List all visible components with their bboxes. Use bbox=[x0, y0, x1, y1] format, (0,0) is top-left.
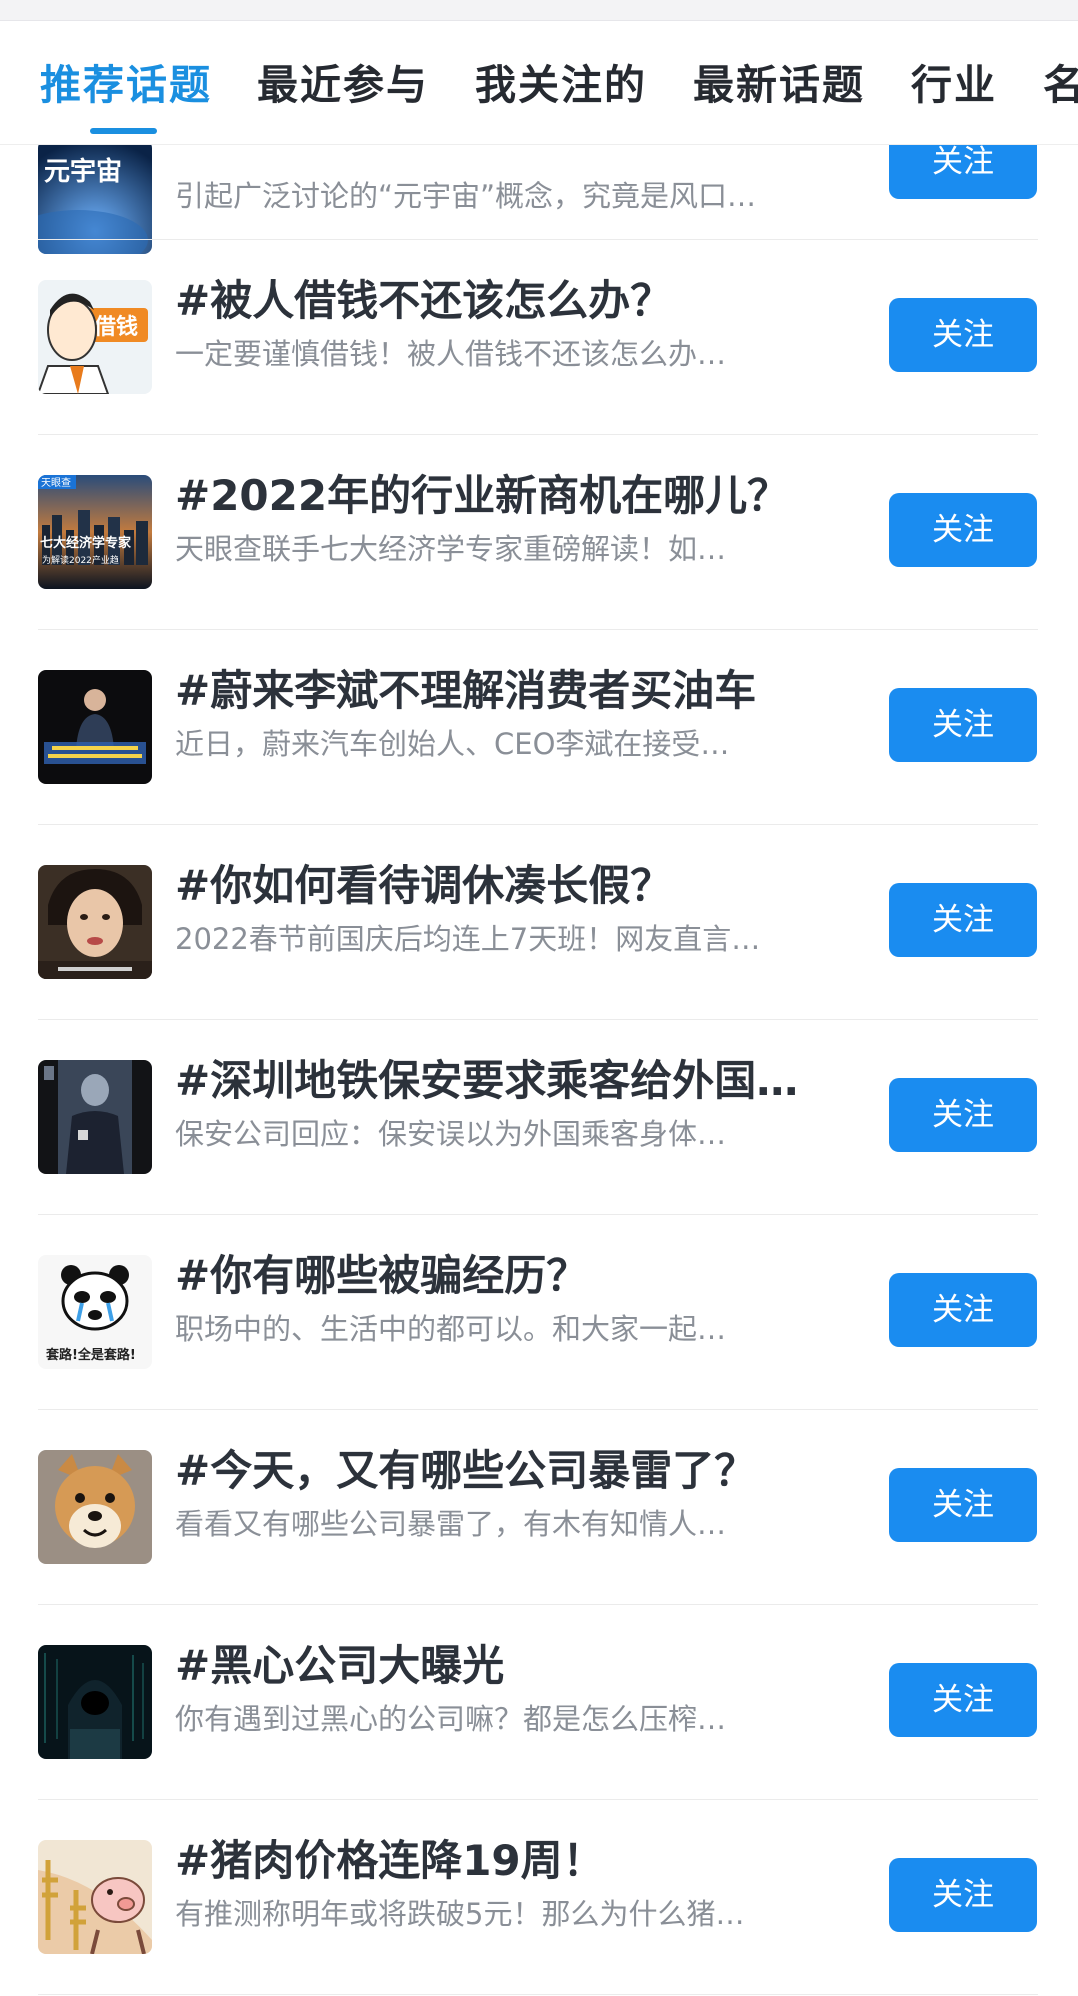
tab-more[interactable]: 名 bbox=[1043, 57, 1078, 113]
topic-item[interactable]: #猪肉价格连降19周！ 有推测称明年或将跌破5元！那么为什么猪… 关注 bbox=[0, 1800, 1078, 1995]
svg-text:天眼查: 天眼查 bbox=[41, 476, 71, 489]
metaverse-thumbnail: 元宇宙 bbox=[38, 144, 152, 254]
follow-button[interactable]: 关注 bbox=[889, 1663, 1037, 1737]
active-tab-indicator bbox=[90, 128, 157, 134]
topic-list: 元宇宙 引起广泛讨论的“元宇宙”概念，究竟是风口… 关注 借钱 #被人借钱不还该… bbox=[0, 144, 1078, 1996]
topic-title[interactable]: #猪肉价格连降19周！ bbox=[175, 1832, 855, 1890]
crying-panda-meme-thumbnail: 套路!全是套路! bbox=[38, 1255, 152, 1369]
follow-button[interactable]: 关注 bbox=[889, 688, 1037, 762]
shiba-dog-thumbnail bbox=[38, 1450, 152, 1564]
topic-item[interactable]: #你如何看待调休凑长假？ 2022春节前国庆后均连上7天班！网友直言… 关注 bbox=[0, 825, 1078, 1020]
follow-button[interactable]: 关注 bbox=[889, 144, 1037, 199]
follow-button[interactable]: 关注 bbox=[889, 298, 1037, 372]
topic-description: 有推测称明年或将跌破5元！那么为什么猪… bbox=[175, 1897, 745, 1931]
topic-item[interactable]: #黑心公司大曝光 你有遇到过黑心的公司嘛？都是怎么压榨… 关注 bbox=[0, 1605, 1078, 1800]
svg-text:套路!全是套路!: 套路!全是套路! bbox=[45, 1347, 136, 1363]
svg-text:元宇宙: 元宇宙 bbox=[44, 156, 122, 187]
follow-button[interactable]: 关注 bbox=[889, 1858, 1037, 1932]
topic-title[interactable]: #今天，又有哪些公司暴雷了？ bbox=[175, 1442, 855, 1500]
topic-title[interactable]: #你有哪些被骗经历？ bbox=[175, 1247, 855, 1305]
drama-woman-thumbnail bbox=[38, 865, 152, 979]
hacker-thumbnail bbox=[38, 1645, 152, 1759]
tab-recommended[interactable]: 推荐话题 bbox=[40, 57, 212, 113]
topic-description: 一定要谨慎借钱！被人借钱不还该怎么办… bbox=[175, 337, 727, 371]
tab-newest[interactable]: 最新话题 bbox=[693, 57, 865, 113]
cartoon-man-thumbnail: 借钱 bbox=[38, 280, 152, 394]
topic-title[interactable]: #你如何看待调休凑长假？ bbox=[175, 857, 855, 915]
topic-tabs: 推荐话题 最近参与 我关注的 最新话题 行业 名 bbox=[0, 21, 1078, 145]
topic-item[interactable]: 借钱 #被人借钱不还该怎么办？ 一定要谨慎借钱！被人借钱不还该怎么办… 关注 bbox=[0, 240, 1078, 435]
follow-button[interactable]: 关注 bbox=[889, 493, 1037, 567]
topic-title[interactable]: #深圳地铁保安要求乘客给外国… bbox=[175, 1052, 855, 1110]
svg-text:为解读2022产业趋: 为解读2022产业趋 bbox=[42, 554, 119, 566]
topic-description: 引起广泛讨论的“元宇宙”概念，究竟是风口… bbox=[175, 179, 757, 213]
svg-text:借钱: 借钱 bbox=[93, 314, 138, 340]
status-strip bbox=[0, 0, 1078, 21]
topic-item[interactable]: 天眼查 七大经济学专家 为解读2022产业趋 #2022年的行业新商机在哪儿？ … bbox=[0, 435, 1078, 630]
pig-cartoon-thumbnail bbox=[38, 1840, 152, 1954]
topic-description: 天眼查联手七大经济学专家重磅解读！如… bbox=[175, 532, 727, 566]
city-skyline-thumbnail: 天眼查 七大经济学专家 为解读2022产业趋 bbox=[38, 475, 152, 589]
topic-description: 2022春节前国庆后均连上7天班！网友直言… bbox=[175, 922, 761, 956]
follow-button[interactable]: 关注 bbox=[889, 1468, 1037, 1542]
topic-item[interactable]: #今天，又有哪些公司暴雷了？ 看看又有哪些公司暴雷了，有木有知情人… 关注 bbox=[0, 1410, 1078, 1605]
topic-description: 你有遇到过黑心的公司嘛？都是怎么压榨… bbox=[175, 1702, 727, 1736]
topic-description: 看看又有哪些公司暴雷了，有木有知情人… bbox=[175, 1507, 727, 1541]
speaker-stage-thumbnail bbox=[38, 670, 152, 784]
topic-item[interactable]: #深圳地铁保安要求乘客给外国… 保安公司回应：保安误以为外国乘客身体… 关注 bbox=[0, 1020, 1078, 1215]
svg-text:七大经济学专家: 七大经济学专家 bbox=[40, 535, 132, 551]
topic-description: 近日，蔚来汽车创始人、CEO李斌在接受… bbox=[175, 727, 730, 761]
topic-description: 职场中的、生活中的都可以。和大家一起… bbox=[175, 1312, 727, 1346]
divider bbox=[38, 1994, 1038, 1995]
follow-button[interactable]: 关注 bbox=[889, 883, 1037, 957]
follow-button[interactable]: 关注 bbox=[889, 1273, 1037, 1347]
subway-guard-thumbnail bbox=[38, 1060, 152, 1174]
topic-title[interactable]: #黑心公司大曝光 bbox=[175, 1637, 855, 1695]
tab-industry[interactable]: 行业 bbox=[911, 57, 997, 113]
tab-recent[interactable]: 最近参与 bbox=[257, 57, 429, 113]
topic-item[interactable]: #蔚来李斌不理解消费者买油车 近日，蔚来汽车创始人、CEO李斌在接受… 关注 bbox=[0, 630, 1078, 825]
topic-item[interactable]: 套路!全是套路! #你有哪些被骗经历？ 职场中的、生活中的都可以。和大家一起… … bbox=[0, 1215, 1078, 1410]
topic-title[interactable]: #被人借钱不还该怎么办？ bbox=[175, 272, 855, 330]
follow-button[interactable]: 关注 bbox=[889, 1078, 1037, 1152]
tab-following[interactable]: 我关注的 bbox=[475, 57, 647, 113]
topic-description: 保安公司回应：保安误以为外国乘客身体… bbox=[175, 1117, 727, 1151]
topic-title[interactable]: #2022年的行业新商机在哪儿？ bbox=[175, 467, 855, 525]
topic-title[interactable]: #蔚来李斌不理解消费者买油车 bbox=[175, 662, 855, 720]
